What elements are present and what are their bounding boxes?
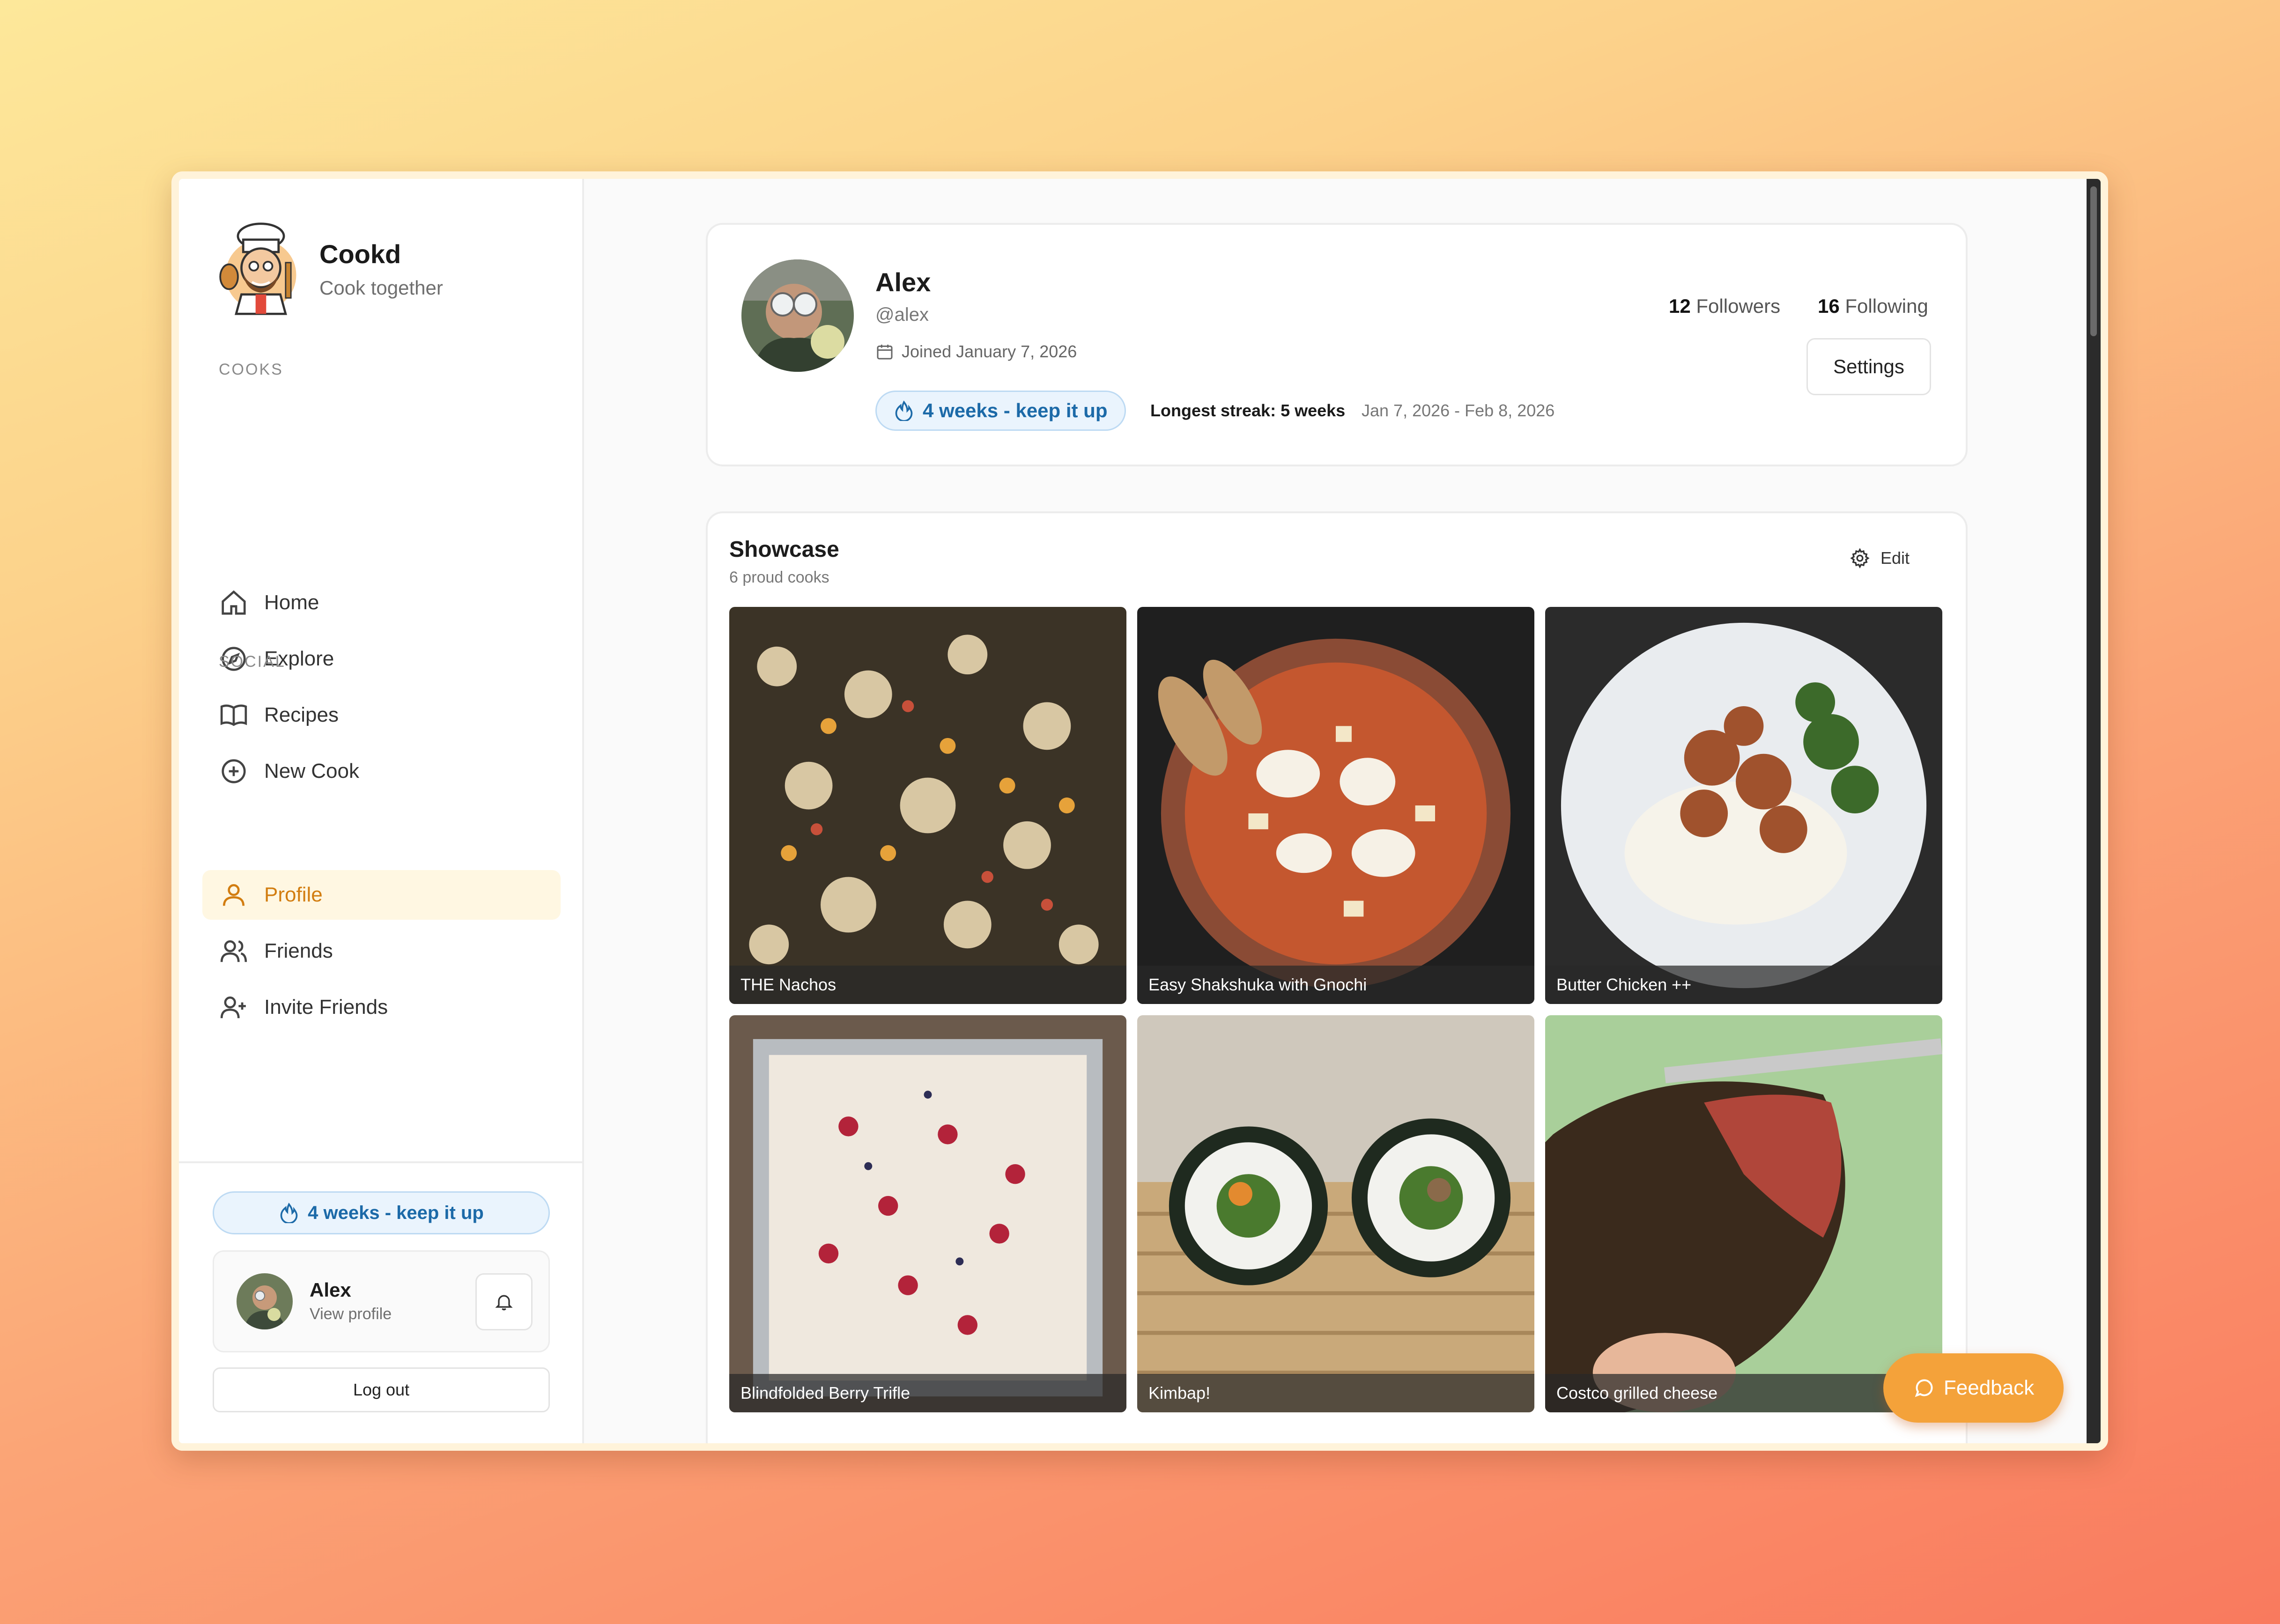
showcase-caption: Butter Chicken ++ [1545,966,1942,1004]
profile-card: Alex @alex Joined January 7, 2026 4 week… [706,223,1968,466]
following-label: Following [1845,295,1928,317]
showcase-card: Showcase 6 proud cooks Edit THE Nachos E… [706,511,1968,1443]
showcase-item-berry-trifle[interactable]: Blindfolded Berry Trifle [729,1015,1126,1412]
streak-badge: 4 weeks - keep it up [213,1191,550,1234]
user-icon [223,884,244,906]
user-card[interactable]: Alex View profile [213,1250,550,1352]
berry-trifle-photo [729,1015,1126,1412]
following-number: 16 [1818,295,1840,317]
showcase-caption: Costco grilled cheese [1545,1374,1942,1412]
user-name: Alex [310,1279,351,1301]
sidebar-item-new-cook[interactable]: New Cook [202,746,561,796]
flame-icon [895,400,913,421]
brand[interactable]: Cookd Cook together [216,222,443,316]
showcase-title: Showcase [729,537,839,562]
followers-label: Followers [1696,295,1781,317]
followers-number: 12 [1669,295,1691,317]
showcase-subtitle: 6 proud cooks [729,568,829,586]
showcase-item-nachos[interactable]: THE Nachos [729,607,1126,1004]
shakshuka-photo [1137,607,1534,1004]
showcase-item-butter-chicken[interactable]: Butter Chicken ++ [1545,607,1942,1004]
sidebar-item-label: Profile [264,883,323,906]
feedback-button[interactable]: Feedback [1883,1353,2064,1423]
joined-text: Joined January 7, 2026 [902,342,1077,361]
sidebar-item-profile[interactable]: Profile [202,870,561,920]
profile-handle: @alex [875,304,929,325]
settings-button[interactable]: Settings [1806,338,1931,395]
main-scrollbar[interactable] [2087,179,2101,1443]
message-icon [1915,1379,1933,1397]
sidebar-footer: 4 weeks - keep it up Alex View profile L… [179,1161,582,1443]
users-icon [220,940,247,962]
section-label-cooks: COOKS [219,361,283,378]
brand-tagline: Cook together [319,276,443,299]
main-content: Alex @alex Joined January 7, 2026 4 week… [584,179,2101,1443]
scrollbar-thumb[interactable] [2090,186,2097,336]
notifications-button[interactable] [475,1273,533,1330]
edit-label: Edit [1880,548,1910,568]
feedback-label: Feedback [1943,1376,2035,1399]
showcase-item-grilled-cheese[interactable]: Costco grilled cheese [1545,1015,1942,1412]
following-count[interactable]: 16 Following [1818,295,1928,317]
sidebar-item-recipes[interactable]: Recipes [202,690,561,740]
streak-range: Jan 7, 2026 - Feb 8, 2026 [1362,401,1555,420]
profile-avatar [741,259,854,372]
app-window: Cookd Cook together COOKS Home Explore R… [171,171,2108,1451]
showcase-caption: THE Nachos [729,966,1126,1004]
grilled-cheese-photo [1545,1015,1942,1412]
butter-chicken-photo [1545,607,1942,1004]
chef-logo-icon [219,222,296,315]
showcase-caption: Kimbap! [1137,1374,1534,1412]
flame-icon [280,1203,298,1223]
profile-name: Alex [875,267,931,297]
brand-name: Cookd [319,239,401,269]
kimbap-photo [1137,1015,1534,1412]
sidebar-item-label: Home [264,591,319,614]
sidebar-item-friends[interactable]: Friends [202,926,561,976]
sidebar: Cookd Cook together COOKS Home Explore R… [179,179,584,1443]
sidebar-item-label: Recipes [264,703,339,726]
showcase-caption: Blindfolded Berry Trifle [729,1374,1126,1412]
calendar-icon [877,345,893,360]
book-icon [220,704,247,726]
showcase-caption: Easy Shakshuka with Gnochi [1137,966,1534,1004]
gear-icon [1850,548,1870,568]
sidebar-item-label: New Cook [264,760,359,782]
view-profile-link[interactable]: View profile [310,1305,392,1323]
avatar [237,1273,293,1329]
edit-showcase-button[interactable]: Edit [1850,548,1910,568]
section-label-social: SOCIAL [219,653,286,671]
sidebar-item-invite-friends[interactable]: Invite Friends [202,982,561,1032]
sidebar-item-home[interactable]: Home [202,578,561,627]
home-icon [222,590,246,615]
sidebar-item-label: Friends [264,939,333,962]
showcase-item-shakshuka[interactable]: Easy Shakshuka with Gnochi [1137,607,1534,1004]
longest-streak: Longest streak: 5 weeks [1150,401,1346,420]
sidebar-item-label: Invite Friends [264,996,388,1019]
showcase-item-kimbap[interactable]: Kimbap! [1137,1015,1534,1412]
logout-button[interactable]: Log out [213,1367,550,1412]
nachos-photo [729,607,1126,1004]
joined-date: Joined January 7, 2026 [875,342,1077,362]
plus-circle-icon [222,759,246,783]
user-plus-icon [220,997,246,1019]
followers-count[interactable]: 12 Followers [1669,295,1780,317]
streak-badge: 4 weeks - keep it up [875,391,1126,431]
bell-icon [495,1295,513,1311]
streak-text: 4 weeks - keep it up [308,1202,484,1223]
streak-text: 4 weeks - keep it up [923,399,1108,421]
